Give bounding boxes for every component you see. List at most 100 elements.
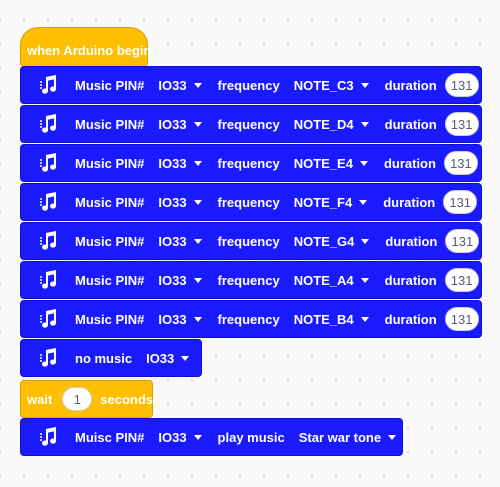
music-note-icon	[37, 190, 61, 214]
pin-value: IO33	[158, 77, 187, 93]
pin-dropdown[interactable]: IO33	[158, 311, 202, 327]
duration-input[interactable]: 131	[443, 190, 478, 214]
duration-input[interactable]: 131	[443, 151, 478, 175]
music-block-1[interactable]: Music PIN# IO33 frequency NOTE_C3 durati…	[20, 66, 482, 104]
music-note-icon	[37, 73, 61, 97]
pin-label: Music PIN#	[75, 233, 145, 249]
pin-value: IO33	[158, 311, 187, 327]
music-note-icon	[37, 112, 61, 136]
note-value: NOTE_A4	[293, 272, 354, 288]
pin-dropdown[interactable]: IO33	[158, 155, 202, 171]
frequency-label: frequency	[217, 155, 280, 171]
note-value: NOTE_C3	[293, 77, 354, 93]
chevron-down-icon	[360, 316, 369, 322]
wait-label: wait	[27, 391, 53, 407]
music-note-icon	[37, 268, 61, 292]
pin-value: IO33	[158, 194, 187, 210]
note-dropdown[interactable]: NOTE_E4	[294, 156, 368, 171]
duration-input[interactable]: 131	[444, 268, 479, 292]
pin-label: Music PIN#	[75, 272, 145, 288]
note-dropdown[interactable]: NOTE_G4	[294, 234, 370, 249]
wait-block[interactable]: wait 1 seconds	[20, 380, 153, 418]
chevron-down-icon	[193, 82, 202, 88]
duration-input[interactable]: 131	[445, 229, 480, 253]
note-dropdown[interactable]: NOTE_F4	[294, 195, 368, 210]
note-dropdown[interactable]: NOTE_C3	[294, 78, 369, 93]
chevron-down-icon	[193, 434, 202, 440]
music-block-2[interactable]: Music PIN# IO33 frequency NOTE_D4 durati…	[20, 105, 482, 143]
pin-label: Muisc PIN#	[75, 429, 145, 445]
chevron-down-icon	[181, 355, 190, 361]
tune-dropdown[interactable]: Star war tone	[298, 429, 397, 445]
duration-label: duration	[385, 233, 438, 249]
play-music-block[interactable]: Muisc PIN# IO33 play music Star war tone	[20, 418, 403, 456]
frequency-label: frequency	[217, 233, 280, 249]
when-arduino-begin-block[interactable]: when Arduino begin	[20, 27, 152, 67]
chevron-down-icon	[193, 277, 202, 283]
duration-label: duration	[384, 272, 437, 288]
note-value: NOTE_B4	[293, 311, 354, 327]
pin-dropdown[interactable]: IO33	[146, 351, 190, 366]
pin-dropdown[interactable]: IO33	[158, 116, 202, 132]
no-music-block[interactable]: no music IO33	[20, 339, 202, 377]
chevron-down-icon	[193, 316, 202, 322]
frequency-label: frequency	[217, 116, 280, 132]
duration-input[interactable]: 131	[444, 307, 479, 331]
chevron-down-icon	[359, 160, 368, 166]
duration-label: duration	[384, 116, 437, 132]
pin-label: Music PIN#	[75, 155, 145, 171]
music-block-3[interactable]: Music PIN# IO33 frequency NOTE_E4 durati…	[20, 144, 482, 182]
frequency-label: frequency	[217, 272, 280, 288]
music-note-icon	[37, 229, 61, 253]
pin-dropdown[interactable]: IO33	[158, 429, 202, 445]
duration-label: duration	[384, 311, 437, 327]
duration-label: duration	[383, 194, 436, 210]
chevron-down-icon	[360, 82, 369, 88]
note-value: NOTE_G4	[293, 233, 355, 249]
music-note-icon	[37, 346, 61, 370]
chevron-down-icon	[359, 199, 368, 205]
wait-seconds-input[interactable]: 1	[62, 387, 93, 411]
frequency-label: frequency	[217, 194, 280, 210]
pin-dropdown[interactable]: IO33	[158, 77, 202, 93]
duration-input[interactable]: 131	[444, 112, 479, 136]
chevron-down-icon	[193, 121, 202, 127]
music-note-icon	[37, 425, 61, 449]
music-note-icon	[37, 307, 61, 331]
music-block-7[interactable]: Music PIN# IO33 frequency NOTE_B4 durati…	[20, 300, 482, 338]
no-music-label: no music	[75, 350, 133, 366]
chevron-down-icon	[360, 277, 369, 283]
music-block-4[interactable]: Music PIN# IO33 frequency NOTE_F4 durati…	[20, 183, 482, 221]
hat-label: when Arduino begin	[27, 42, 152, 58]
tune-value: Star war tone	[298, 429, 382, 445]
pin-label: Music PIN#	[75, 194, 145, 210]
frequency-label: frequency	[217, 77, 280, 93]
note-dropdown[interactable]: NOTE_D4	[294, 117, 369, 132]
pin-dropdown[interactable]: IO33	[158, 194, 202, 210]
play-music-label: play music	[217, 429, 285, 445]
chevron-down-icon	[361, 238, 370, 244]
duration-label: duration	[384, 77, 437, 93]
music-note-icon	[37, 151, 61, 175]
pin-label: Music PIN#	[75, 311, 145, 327]
pin-value: IO33	[158, 429, 187, 445]
chevron-down-icon	[360, 121, 369, 127]
note-value: NOTE_D4	[293, 116, 354, 132]
pin-value: IO33	[158, 116, 187, 132]
chevron-down-icon	[193, 199, 202, 205]
music-block-5[interactable]: Music PIN# IO33 frequency NOTE_G4 durati…	[20, 222, 482, 260]
pin-dropdown[interactable]: IO33	[158, 272, 202, 288]
note-dropdown[interactable]: NOTE_A4	[294, 273, 369, 288]
music-block-6[interactable]: Music PIN# IO33 frequency NOTE_A4 durati…	[20, 261, 482, 299]
chevron-down-icon	[193, 238, 202, 244]
seconds-label: seconds	[100, 391, 154, 407]
note-value: NOTE_F4	[293, 194, 353, 210]
pin-value: IO33	[158, 155, 187, 171]
pin-value: IO33	[158, 272, 187, 288]
note-value: NOTE_E4	[293, 155, 353, 171]
frequency-label: frequency	[217, 311, 280, 327]
pin-dropdown[interactable]: IO33	[158, 233, 202, 249]
duration-input[interactable]: 131	[444, 73, 479, 97]
note-dropdown[interactable]: NOTE_B4	[294, 312, 369, 327]
pin-value: IO33	[158, 233, 187, 249]
